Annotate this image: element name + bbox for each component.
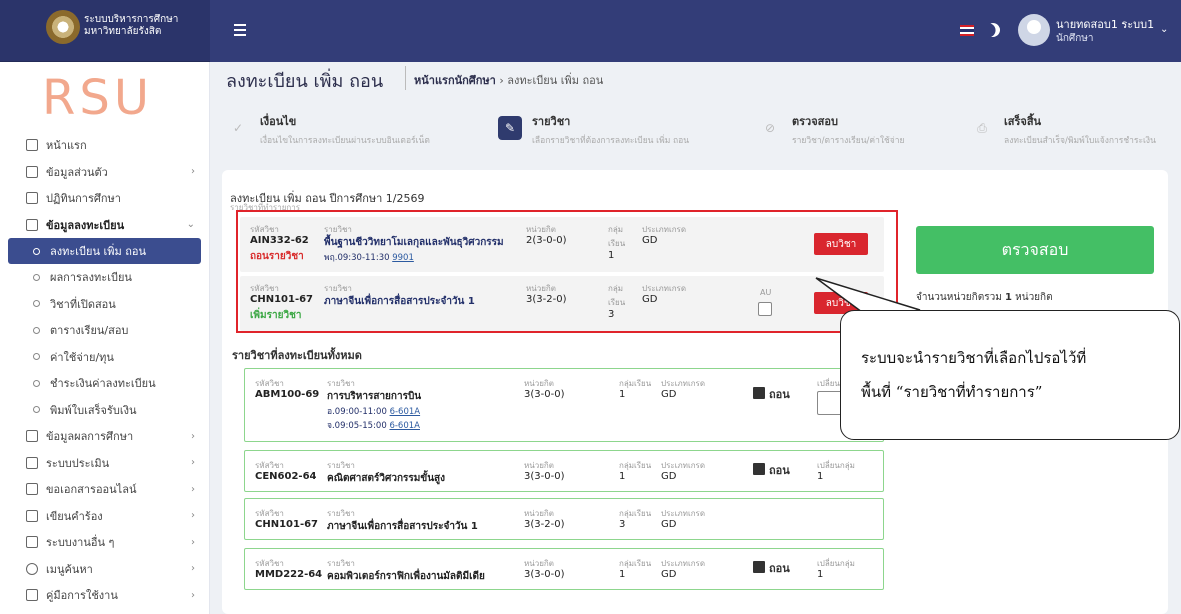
university-name: มหาวิทยาลัยรังสิต — [84, 26, 162, 37]
sidebar: RSU หน้าแรก ข้อมูลส่วนตัว › ปฏิทินการศึกษ… — [0, 62, 210, 614]
sidebar-item-manual[interactable]: คู่มือการใช้งาน › — [0, 582, 209, 609]
sidebar-subitem-courses[interactable]: วิชาที่เปิดสอน — [0, 291, 209, 318]
apps-icon — [26, 536, 38, 549]
evaluate-icon — [26, 456, 38, 469]
thai-flag-icon[interactable] — [960, 25, 974, 36]
annotation-callout: ระบบจะนำรายวิชาที่เลือกไปรอไว้ที่ พื้นที… — [840, 310, 1180, 440]
manual-icon — [26, 589, 38, 602]
step-courses[interactable]: ✎ รายวิชา เลือกรายวิชาที่ต้องการลงทะเบียน … — [498, 112, 689, 147]
check-button[interactable]: ตรวจสอบ — [916, 226, 1154, 274]
sidebar-item-results[interactable]: ข้อมูลผลการศึกษา › — [0, 423, 209, 450]
trash-icon[interactable] — [753, 561, 765, 573]
registered-row: รหัสวิชา ABM100-69 รายวิชา การบริหารสายก… — [244, 368, 884, 442]
home-icon — [26, 139, 38, 152]
sidebar-item-other[interactable]: ระบบงานอื่น ๆ › — [0, 529, 209, 556]
id-card-icon — [26, 165, 38, 178]
sidebar-subitem-add-drop[interactable]: ลงทะเบียน เพิ่ม ถอน — [8, 238, 201, 264]
step-finish[interactable]: ⎙ เสร็จสิ้น ลงทะเบียนสำเร็จ/พิมพ์ใบแจ้งการ… — [977, 112, 1156, 147]
sidebar-subitem-receipt[interactable]: พิมพ์ใบเสร็จรับเงิน — [0, 397, 209, 424]
registered-list-title: รายวิชาที่ลงทะเบียนทั้งหมด — [232, 349, 362, 362]
university-seal-icon — [46, 10, 80, 44]
credit-total: จำนวนหน่วยกิตรวม 1 หน่วยกิต — [916, 292, 1053, 303]
drop-button[interactable]: ถอน — [769, 461, 790, 479]
sidebar-item-registration[interactable]: ข้อมูลลงทะเบียน ⌄ — [0, 212, 209, 239]
page-title: ลงทะเบียน เพิ่ม ถอน — [226, 71, 384, 92]
sidebar-item-home[interactable]: หน้าแรก — [0, 132, 209, 159]
printer-icon: ⎙ — [977, 120, 987, 135]
sidebar-subitem-schedule[interactable]: ตารางเรียน/สอบ — [0, 317, 209, 344]
hamburger-menu-icon[interactable] — [234, 24, 246, 36]
search-icon — [26, 562, 38, 575]
sidebar-nav: หน้าแรก ข้อมูลส่วนตัว › ปฏิทินการศึกษา ข้… — [0, 132, 209, 609]
step-verify[interactable]: ⊘ ตรวจสอบ รายวิชา/ตารางเรียน/ค่าใช้จ่าย — [765, 112, 905, 147]
sidebar-item-profile[interactable]: ข้อมูลส่วนตัว › — [0, 159, 209, 186]
register-icon — [26, 218, 38, 231]
check-circle-icon: ⊘ — [764, 121, 776, 135]
registered-row: รหัสวิชา MMD222-64 รายวิชา คอมพิวเตอร์กร… — [244, 548, 884, 590]
check-icon: ✓ — [232, 121, 244, 135]
document-icon — [26, 483, 38, 496]
avatar[interactable] — [1018, 14, 1050, 46]
registered-row: รหัสวิชา CEN602-64 รายวิชา คณิตศาสตร์วิศ… — [244, 450, 884, 492]
drop-button[interactable]: ถอน — [769, 385, 790, 403]
trash-icon[interactable] — [753, 463, 765, 475]
breadcrumb-home[interactable]: หน้าแรกนักศึกษา — [414, 74, 496, 87]
logo-area[interactable]: ระบบบริหารการศึกษา มหาวิทยาลัยรังสิต — [0, 0, 210, 62]
petition-icon — [26, 509, 38, 522]
highlight-box — [236, 210, 898, 333]
top-bar: ระบบบริหารการศึกษา มหาวิทยาลัยรังสิต นาย… — [0, 0, 1181, 62]
step-conditions[interactable]: ✓ เงื่อนไข เงื่อนไขในการลงทะเบียนผ่านระบบอ… — [233, 112, 430, 147]
sidebar-item-petition[interactable]: เขียนคำร้อง › — [0, 503, 209, 530]
wizard-steps: ✓ เงื่อนไข เงื่อนไขในการลงทะเบียนผ่านระบบอ… — [226, 112, 1170, 152]
registered-row: รหัสวิชา CHN101-67 รายวิชา ภาษาจีนเพื่อก… — [244, 498, 884, 540]
sidebar-item-search[interactable]: เมนูค้นหา › — [0, 556, 209, 583]
rsu-logo: RSU — [42, 70, 153, 126]
calendar-icon — [26, 192, 38, 205]
breadcrumb-current: ลงทะเบียน เพิ่ม ถอน — [507, 74, 604, 87]
drop-button[interactable]: ถอน — [769, 559, 790, 577]
dark-mode-moon-icon[interactable] — [983, 20, 1002, 39]
sidebar-item-documents[interactable]: ขอเอกสารออนไลน์ › — [0, 476, 209, 503]
user-role: นักศึกษา — [1056, 33, 1094, 44]
trash-icon[interactable] — [753, 387, 765, 399]
chevron-down-icon[interactable]: ⌄ — [1160, 24, 1168, 35]
result-icon — [26, 430, 38, 443]
sidebar-item-evaluation[interactable]: ระบบประเมิน › — [0, 450, 209, 477]
breadcrumb: หน้าแรกนักศึกษา › ลงทะเบียน เพิ่ม ถอน — [414, 74, 604, 87]
sidebar-subitem-result[interactable]: ผลการลงทะเบียน — [0, 264, 209, 291]
sidebar-subitem-expenses[interactable]: ค่าใช้จ่าย/ทุน — [0, 344, 209, 371]
org-name: ระบบบริหารการศึกษา — [84, 14, 179, 25]
sidebar-item-calendar[interactable]: ปฏิทินการศึกษา — [0, 185, 209, 212]
pencil-icon: ✎ — [498, 116, 522, 140]
sidebar-subitem-payment[interactable]: ชำระเงินค่าลงทะเบียน — [0, 370, 209, 397]
